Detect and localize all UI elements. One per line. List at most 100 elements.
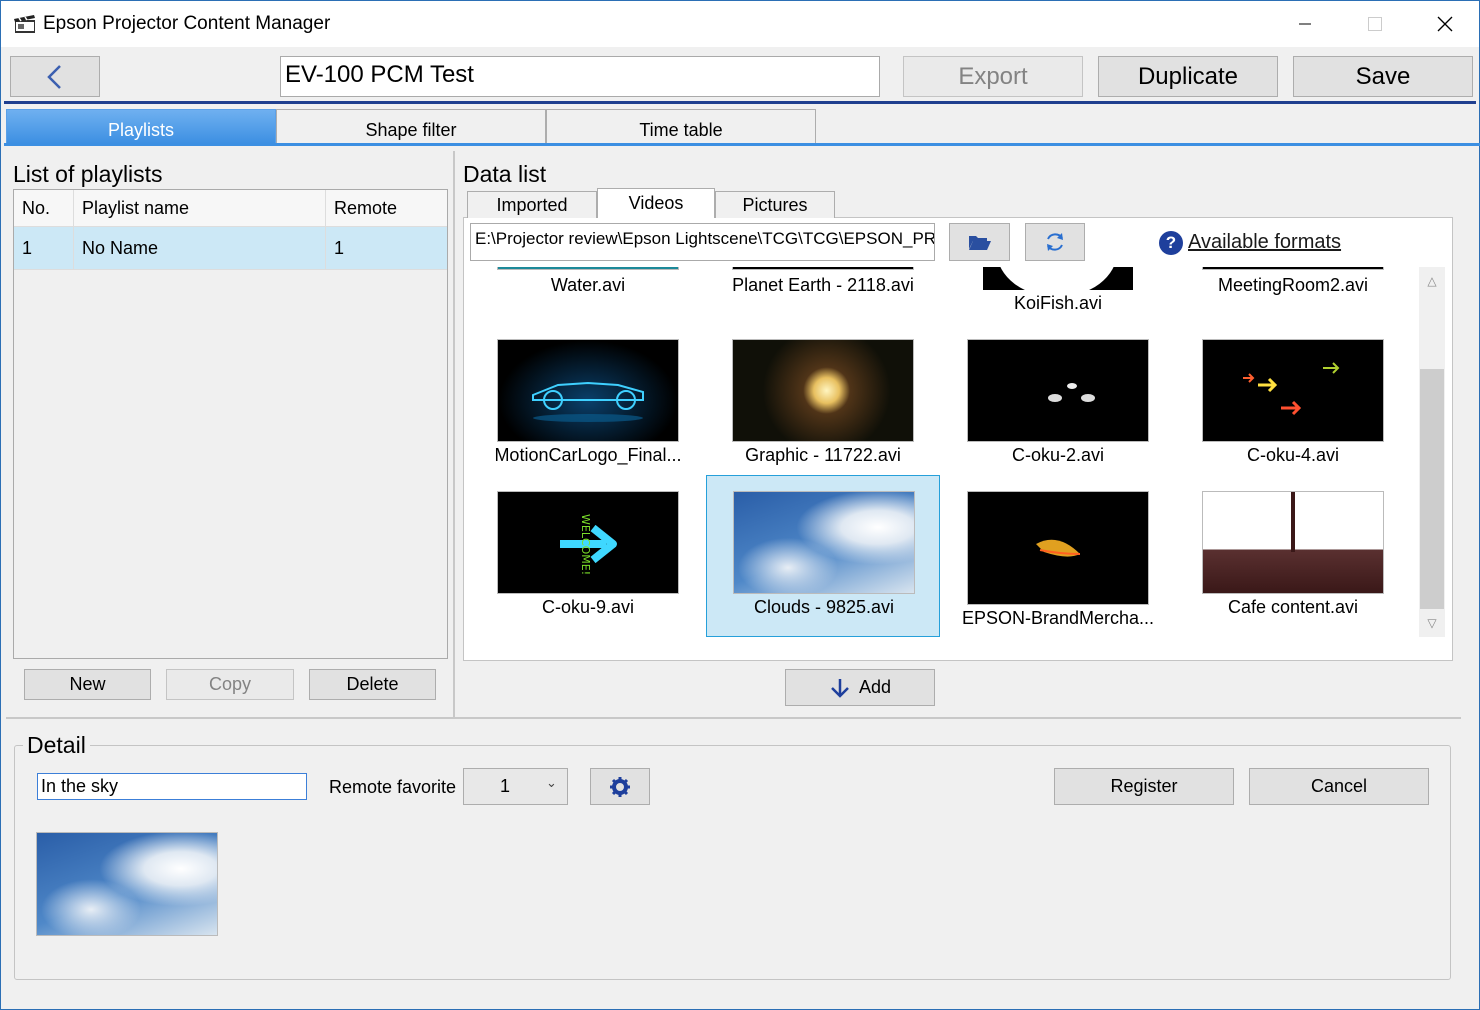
welcome-text: WELCOME! (579, 514, 592, 575)
minimize-icon (1299, 23, 1311, 25)
video-thumbnail (967, 491, 1149, 605)
arrow-down-icon (831, 678, 849, 698)
video-thumbnail (1202, 267, 1384, 270)
back-button[interactable] (10, 56, 100, 97)
cell-name: No Name (74, 227, 326, 269)
folder-open-icon (968, 236, 991, 250)
video-tile[interactable]: Planet Earth - 2118.avi (706, 267, 940, 307)
remote-favorite-select[interactable]: 1 ⌄ (463, 768, 568, 805)
playlist-table: No. Playlist name Remote 1 No Name 1 (13, 189, 448, 659)
video-label: Clouds - 9825.avi (753, 597, 895, 617)
video-thumbnail (497, 339, 679, 442)
video-label: C-oku-4.avi (1246, 445, 1340, 465)
video-tile[interactable]: C-oku-4.avi (1176, 331, 1410, 471)
refresh-icon (1047, 233, 1063, 251)
video-grid: Water.avi Planet Earth - 2118.avi KoiFis… (471, 267, 1416, 643)
scroll-up-icon[interactable]: △ (1419, 271, 1445, 291)
video-label: Water.avi (550, 275, 626, 295)
detail-preview-thumbnail (36, 832, 218, 936)
video-tile[interactable]: MeetingRoom2.avi (1176, 267, 1410, 307)
maximize-icon (1368, 17, 1382, 31)
maximize-button[interactable] (1341, 1, 1409, 47)
playlists-title: List of playlists (13, 161, 163, 187)
browse-folder-button[interactable] (949, 223, 1010, 261)
video-tile[interactable]: KoiFish.avi (941, 267, 1175, 317)
video-label: Planet Earth - 2118.avi (732, 275, 914, 295)
chevron-left-icon (47, 64, 61, 89)
save-button[interactable]: Save (1293, 56, 1473, 97)
close-icon (1437, 16, 1453, 32)
video-label: MeetingRoom2.avi (1217, 275, 1369, 295)
video-grid-scrollbar[interactable]: △ ▽ (1419, 267, 1445, 637)
help-icon[interactable]: ? (1159, 231, 1183, 255)
available-formats-link[interactable]: Available formats (1188, 231, 1341, 254)
video-label: EPSON-BrandMercha... (961, 608, 1155, 628)
new-playlist-button[interactable]: New (24, 669, 151, 700)
close-button[interactable] (1411, 1, 1479, 47)
video-label: Cafe content.avi (1227, 597, 1359, 617)
folder-path-input[interactable]: E:\Projector review\Epson Lightscene\TCG… (470, 223, 935, 261)
settings-button[interactable] (590, 768, 650, 805)
video-tile[interactable]: C-oku-2.avi (941, 331, 1175, 471)
tab-imported[interactable]: Imported (467, 191, 597, 218)
video-thumbnail (733, 491, 915, 594)
add-label: Add (858, 677, 892, 697)
horizontal-splitter[interactable] (6, 717, 1461, 719)
video-tile[interactable]: WELCOME! C-oku-9.avi (471, 491, 705, 636)
title-bar: Epson Projector Content Manager (1, 1, 1479, 47)
detail-title: Detail (23, 732, 90, 759)
video-thumbnail (1202, 339, 1384, 442)
video-tile[interactable]: Water.avi (471, 267, 705, 307)
app-window: Epson Projector Content Manager EV-100 P… (0, 0, 1480, 1010)
tab-playlists[interactable]: Playlists (6, 109, 276, 144)
tab-strip-line (4, 143, 1480, 146)
scrollbar-thumb[interactable] (1420, 369, 1444, 609)
cell-no: 1 (14, 227, 74, 269)
copy-playlist-button[interactable]: Copy (166, 669, 294, 700)
vertical-splitter[interactable] (453, 151, 455, 719)
export-button[interactable]: Export (903, 56, 1083, 97)
video-tile[interactable]: EPSON-BrandMercha... (941, 491, 1175, 636)
playlist-table-header: No. Playlist name Remote (14, 190, 447, 227)
duplicate-button[interactable]: Duplicate (1098, 56, 1278, 97)
table-row[interactable]: 1 No Name 1 (14, 227, 447, 270)
video-label: KoiFish.avi (1013, 293, 1103, 313)
gear-icon (610, 776, 630, 797)
detail-name-input[interactable]: In the sky (37, 773, 307, 800)
refresh-button[interactable] (1025, 223, 1085, 261)
column-header-name[interactable]: Playlist name (74, 190, 326, 226)
cancel-button[interactable]: Cancel (1249, 768, 1429, 805)
minimize-button[interactable] (1271, 1, 1339, 47)
video-thumbnail (732, 339, 914, 442)
add-button[interactable]: Add (785, 669, 935, 706)
remote-favorite-label: Remote favorite (329, 777, 457, 797)
video-thumbnail (732, 267, 914, 270)
toolbar-divider (4, 101, 1476, 104)
delete-playlist-button[interactable]: Delete (309, 669, 436, 700)
video-thumbnail (983, 267, 1133, 290)
video-label: C-oku-9.avi (541, 597, 635, 617)
remote-favorite-value: 1 (500, 776, 511, 796)
chevron-down-icon: ⌄ (546, 775, 557, 790)
clapperboard-icon (14, 15, 35, 33)
video-tile-selected[interactable]: Clouds - 9825.avi (706, 475, 940, 637)
video-thumbnail (497, 267, 679, 270)
video-thumbnail (1202, 491, 1384, 594)
video-thumbnail (967, 339, 1149, 442)
tab-videos[interactable]: Videos (597, 188, 715, 218)
video-tile[interactable]: MotionCarLogo_Final... (471, 331, 705, 471)
video-label: C-oku-2.avi (1011, 445, 1105, 465)
video-label: Graphic - 11722.avi (745, 445, 901, 465)
tab-shape-filter[interactable]: Shape filter (276, 109, 546, 144)
register-button[interactable]: Register (1054, 768, 1234, 805)
tab-time-table[interactable]: Time table (546, 109, 816, 144)
project-name-input[interactable]: EV-100 PCM Test (280, 56, 880, 97)
cell-remote: 1 (334, 237, 345, 258)
video-tile[interactable]: Cafe content.avi (1176, 491, 1410, 636)
video-tile[interactable]: Graphic - 11722.avi (706, 331, 940, 471)
column-header-remote[interactable]: Remote (326, 190, 447, 226)
video-thumbnail: WELCOME! (497, 491, 679, 594)
column-header-no[interactable]: No. (14, 190, 74, 226)
tab-pictures[interactable]: Pictures (715, 191, 835, 218)
scroll-down-icon[interactable]: ▽ (1419, 613, 1445, 633)
